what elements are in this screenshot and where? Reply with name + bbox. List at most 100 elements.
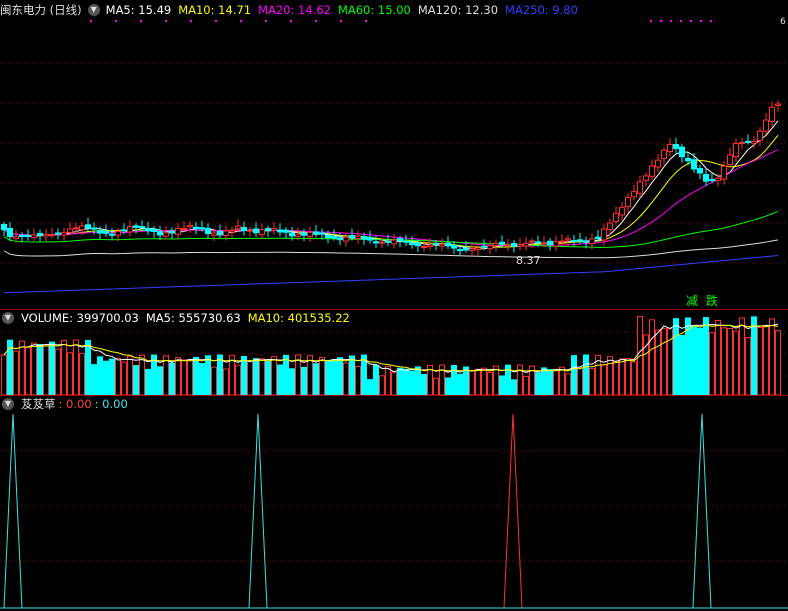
candle-body [331, 235, 337, 239]
chevron-down-icon[interactable]: ▼ [2, 398, 14, 410]
volume-bar [211, 366, 217, 396]
indicator-spike [248, 413, 268, 609]
volume-bar [481, 367, 487, 396]
candle-body [217, 230, 223, 236]
volume-bar [139, 354, 145, 396]
signal-label: 减 跌 [686, 294, 720, 308]
volume-bar [763, 326, 769, 396]
ma250-line [3, 255, 779, 294]
volume-bar [61, 340, 67, 396]
candle-body [439, 243, 445, 247]
high-marker: 6 [780, 17, 786, 27]
ma5-line [3, 120, 779, 250]
candle-body [763, 119, 769, 132]
marker-dot [215, 20, 217, 22]
volume-bar [697, 327, 703, 396]
volume-header: ▼ VOLUME: 399700.03 MA5: 555730.63 MA10:… [0, 310, 357, 326]
indicator-header: ▼ 芨芨草 : 0.00 : 0.00 [0, 396, 135, 412]
volume-bar [775, 330, 781, 396]
candle-body [697, 168, 703, 174]
volume-bar [97, 356, 103, 396]
marker-dot [90, 20, 92, 22]
candle-body [583, 240, 589, 243]
marker-dot [240, 20, 242, 22]
volume-bar [631, 361, 637, 396]
chevron-down-icon[interactable]: ▼ [2, 312, 14, 324]
candle-body [499, 241, 505, 245]
candle-body [235, 225, 241, 230]
volume-bar [355, 366, 361, 396]
candle-body [751, 140, 757, 144]
volume-bar [217, 354, 223, 396]
volume-bar [133, 365, 139, 396]
candle-body [247, 229, 253, 232]
volume-bar [607, 356, 613, 396]
volume-bar [709, 332, 715, 396]
ma120-label: MA120: 12.30 [417, 3, 499, 17]
indicator-spike [3, 413, 23, 609]
volume-bar [265, 361, 271, 396]
price-header: 闽东电力 (日线) ▼ MA5: 15.49 MA10: 14.71 MA20:… [0, 2, 585, 18]
volume-bar [727, 328, 733, 396]
volume-bar [391, 371, 397, 396]
volume-bar [403, 368, 409, 396]
candle-body [589, 238, 595, 245]
candle-body [385, 240, 391, 243]
candle-body [373, 241, 379, 244]
volume-bar [175, 357, 181, 396]
candle-body [319, 232, 325, 235]
candle-body [679, 146, 685, 158]
volume-bar [745, 337, 751, 396]
volume-bar [409, 370, 415, 396]
candle-body [211, 232, 217, 236]
candle-body [475, 247, 481, 251]
volume-bar [367, 379, 373, 396]
candle-body [157, 231, 163, 236]
marker-dot [165, 20, 167, 22]
candle-body [1, 224, 7, 231]
candle-body [115, 230, 121, 236]
volume-bar [325, 359, 331, 396]
volume-bar [301, 366, 307, 396]
candle-body [85, 224, 91, 229]
volume-bar [19, 340, 25, 396]
volume-bar [127, 355, 133, 396]
vol-ma10-label: MA10: 401535.22 [247, 311, 350, 325]
volume-bar [145, 368, 151, 396]
candle-body [691, 159, 697, 170]
candle-body [715, 177, 721, 182]
volume-bar [193, 356, 199, 396]
candle-body [379, 241, 385, 244]
volume-bar [115, 357, 121, 396]
candle-body [541, 242, 547, 245]
price-panel: 闽东电力 (日线) ▼ MA5: 15.49 MA10: 14.71 MA20:… [0, 0, 788, 310]
candle-body [505, 244, 511, 247]
candle-body [271, 228, 277, 231]
volume-bar [619, 358, 625, 396]
stock-title: 闽东电力 (日线) [0, 3, 82, 17]
candle-body [127, 226, 133, 233]
candle-body [649, 165, 655, 177]
candle-body [265, 228, 271, 232]
candle-body [595, 236, 601, 240]
candle-body [175, 227, 181, 235]
vol-ma5-label: MA5: 555730.63 [145, 311, 241, 325]
candle-body [523, 242, 529, 247]
candle-body [637, 181, 643, 194]
candle-body [55, 232, 61, 235]
candle-body [7, 227, 13, 238]
candle-body [229, 229, 235, 233]
candle-body [547, 240, 553, 245]
candle-body [61, 232, 67, 236]
chevron-down-icon[interactable]: ▼ [87, 4, 100, 16]
candle-body [661, 149, 667, 159]
candle-body [487, 245, 493, 250]
volume-bar [235, 364, 241, 396]
candle-body [277, 229, 283, 233]
candle-body [559, 240, 565, 243]
volume-bar [205, 355, 211, 396]
marker-dot [690, 20, 692, 22]
volume-bar [733, 330, 739, 396]
marker-dot [190, 20, 192, 22]
candle-body [493, 242, 499, 247]
